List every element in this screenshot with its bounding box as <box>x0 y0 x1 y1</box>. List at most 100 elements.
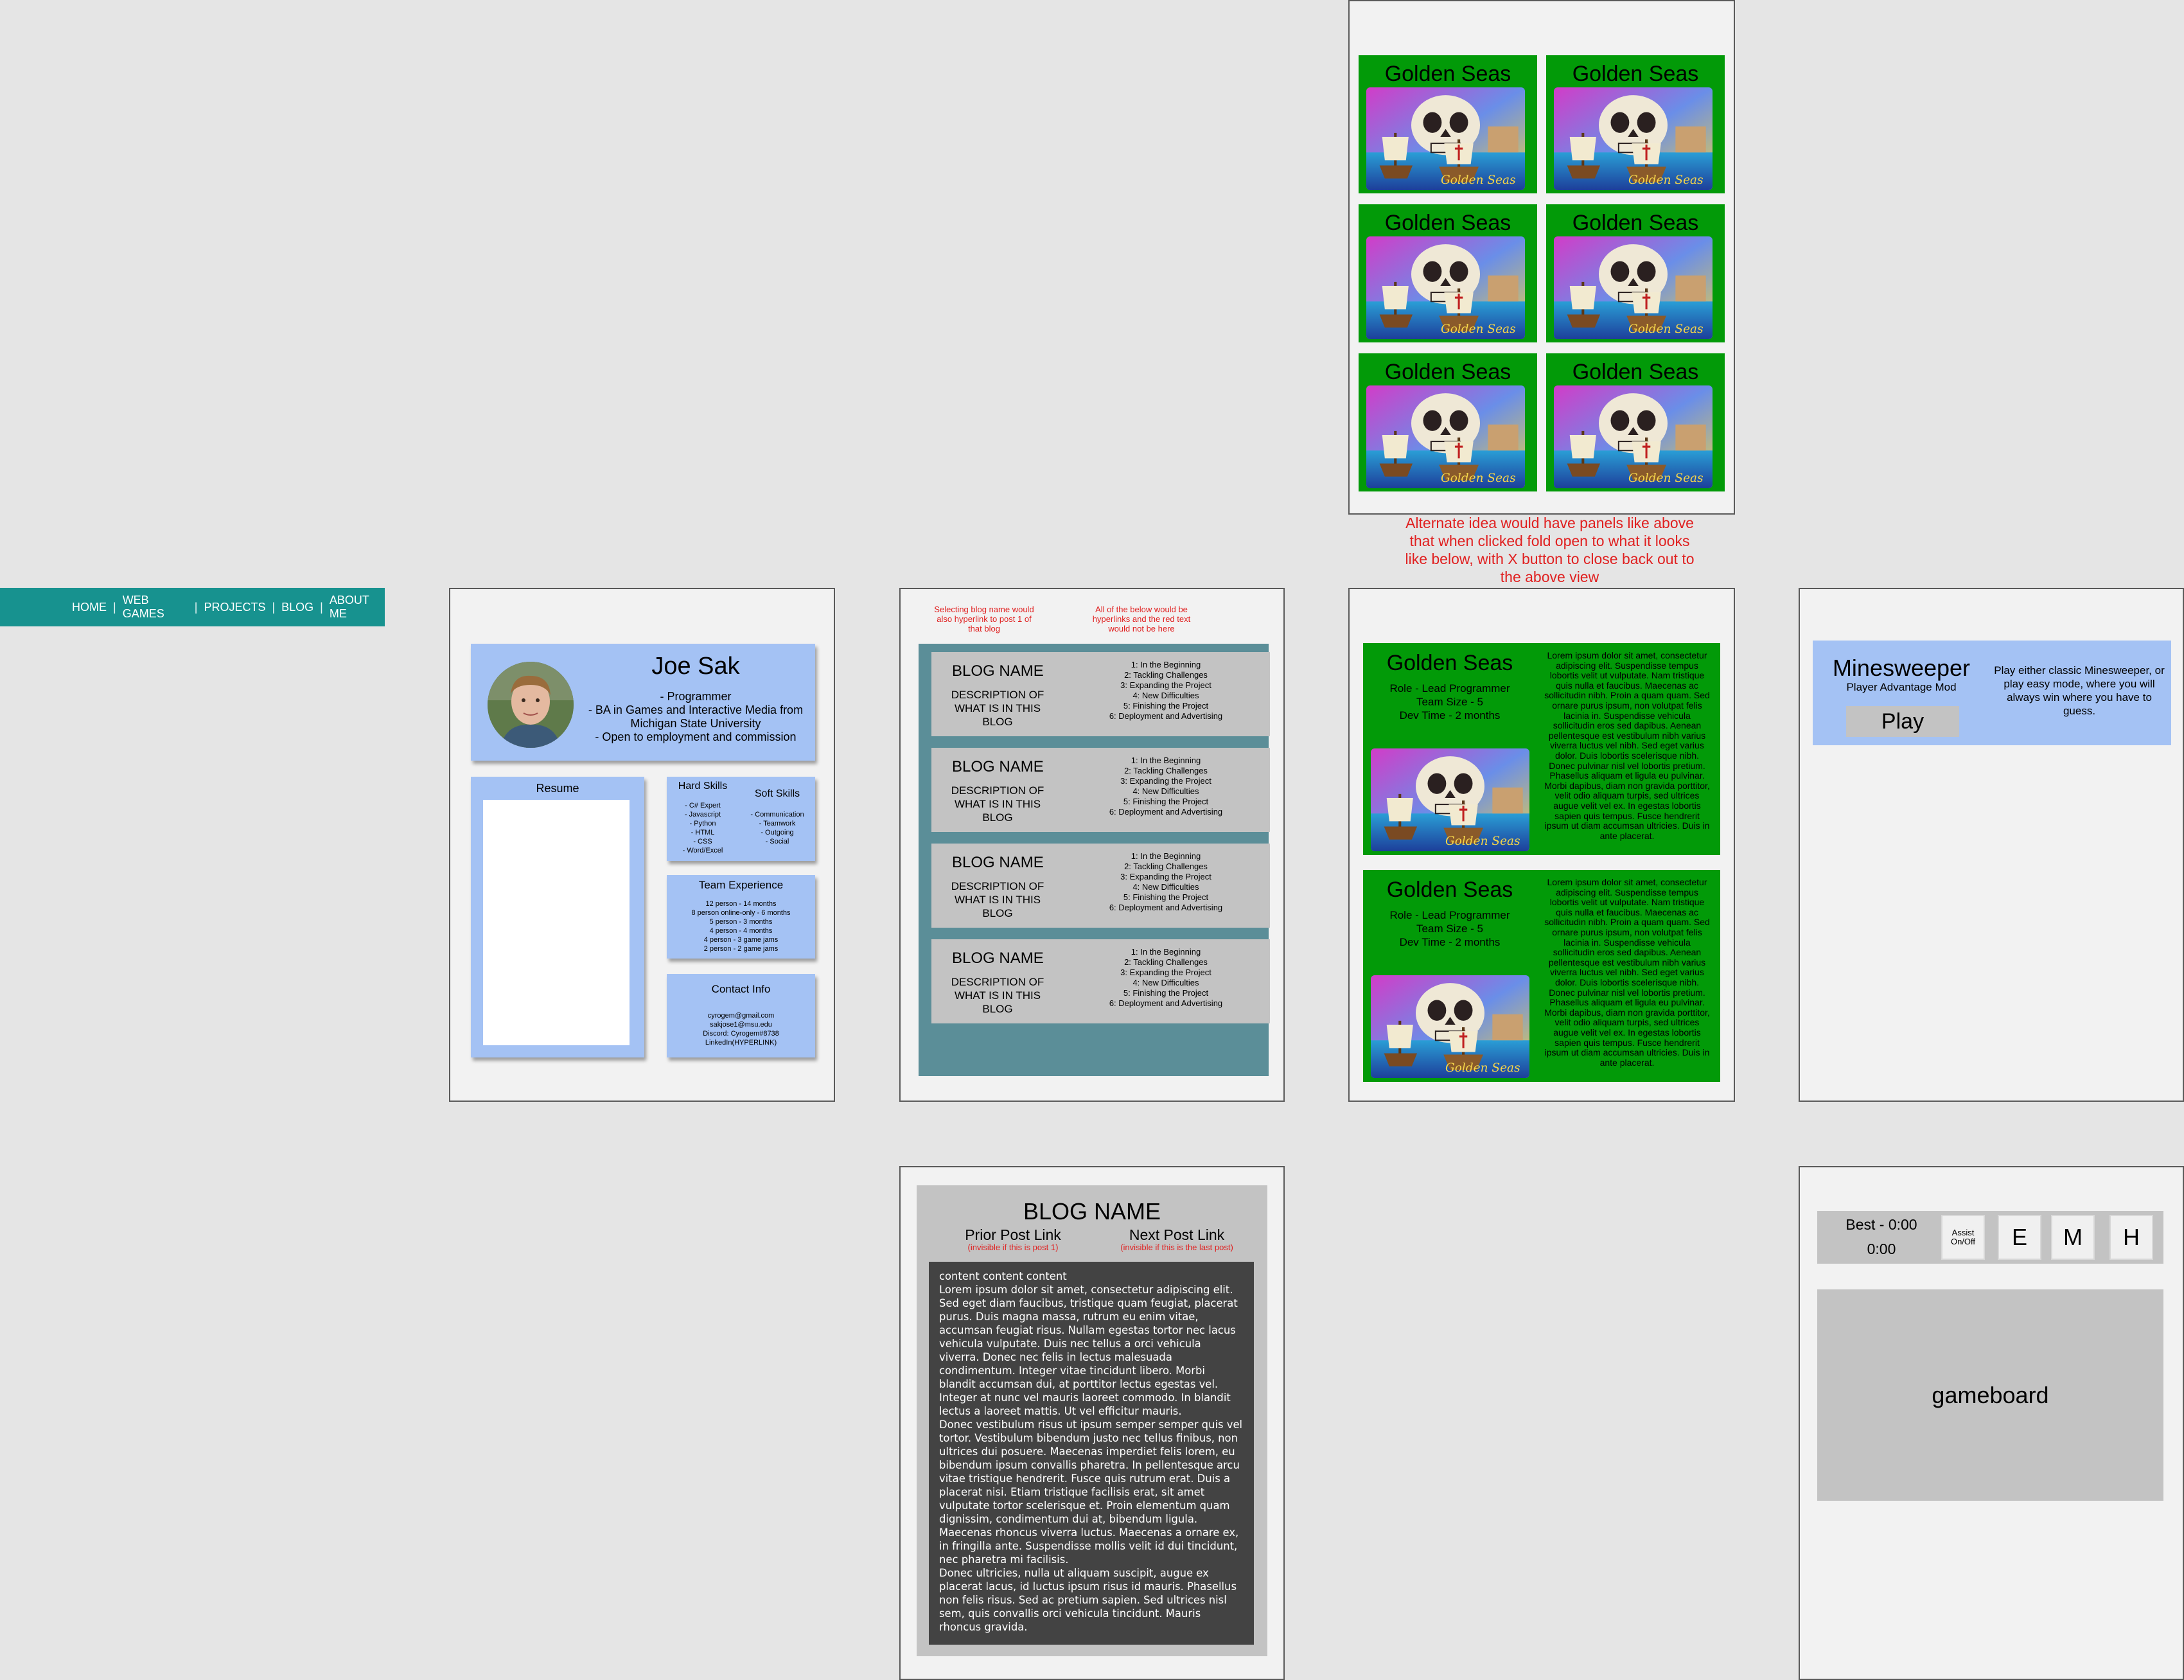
blog-toc: 1: In the Beginning 2: Tackling Challenge… <box>1082 947 1249 1009</box>
blog-name-link[interactable]: BLOG NAME <box>952 662 1044 680</box>
project-card[interactable]: Golden Seas Role - Lead Programmer Team Si… <box>1363 870 1720 1082</box>
contact-email[interactable]: cyrogem@gmail.com <box>667 1011 815 1020</box>
toc-link[interactable]: 2: Tackling Challenges <box>1082 862 1249 872</box>
play-button[interactable]: Play <box>1846 706 1959 737</box>
nav-web-games[interactable]: WEB GAMES <box>123 594 188 621</box>
top-nav-bar: HOME | WEB GAMES | PROJECTS | BLOG | ABO… <box>0 588 385 626</box>
nav-blog[interactable]: BLOG <box>281 601 313 614</box>
contact-linkedin[interactable]: LinkedIn(HYPERLINK) <box>667 1038 815 1047</box>
blog-name-link[interactable]: BLOG NAME <box>952 950 1044 968</box>
avatar <box>488 662 574 748</box>
medium-button[interactable]: M <box>2051 1215 2095 1260</box>
game-toolbar: Best - 0:00 0:00 Assist On/Off E M H <box>1817 1211 2163 1264</box>
bio-line: - Open to employment and commission <box>595 730 797 743</box>
toc-link[interactable]: 2: Tackling Challenges <box>1082 766 1249 776</box>
blog-list-item[interactable]: BLOG NAME DESCRIPTION OF WHAT IS IN THIS … <box>931 652 1270 736</box>
resume-document[interactable] <box>483 800 630 1045</box>
blog-name-link[interactable]: BLOG NAME <box>952 854 1044 872</box>
toc-link[interactable]: 5: Finishing the Project <box>1082 988 1249 998</box>
toc-link[interactable]: 3: Expanding the Project <box>1082 872 1249 882</box>
project-role: Role - Lead Programmer <box>1389 909 1510 921</box>
toc-link[interactable]: 3: Expanding the Project <box>1082 680 1249 691</box>
toc-link[interactable]: 6: Deployment and Advertising <box>1082 807 1249 817</box>
blog-description: DESCRIPTION OF WHAT IS IN THIS BLOG <box>951 976 1044 1015</box>
toc-link[interactable]: 5: Finishing the Project <box>1082 892 1249 903</box>
team-entry: 4 person - 4 months <box>709 927 773 935</box>
toc-link[interactable]: 4: New Difficulties <box>1082 786 1249 797</box>
game-card[interactable]: Golden Seas Golden Seas <box>1546 204 1725 342</box>
projects-frame: Golden Seas Role - Lead Programmer Team Si… <box>1348 588 1735 1102</box>
content-paragraph: Donec vestibulum risus ut ipsum semper s… <box>939 1419 1243 1525</box>
content-paragraph: Maecenas rhoncus viverra luctus. Maecena… <box>939 1526 1239 1566</box>
toc-link[interactable]: 5: Finishing the Project <box>1082 701 1249 711</box>
prior-post-link[interactable]: Prior Post Link <box>955 1226 1071 1244</box>
next-post-link[interactable]: Next Post Link <box>1109 1226 1244 1244</box>
nav-home[interactable]: HOME <box>72 601 107 614</box>
nav-about-me[interactable]: ABOUT ME <box>330 594 385 621</box>
toc-link[interactable]: 6: Deployment and Advertising <box>1082 711 1249 721</box>
medium-label: M <box>2063 1224 2083 1250</box>
svg-text:Golden Seas: Golden Seas <box>1628 323 1704 336</box>
svg-text:Golden Seas: Golden Seas <box>1441 323 1516 336</box>
blog-list-item[interactable]: BLOG NAME DESCRIPTION OF WHAT IS IN THIS … <box>931 748 1270 832</box>
about-me-frame: Joe Sak - Programmer - BA in Games and I… <box>449 588 835 1102</box>
soft-skill: - Outgoing <box>761 829 794 836</box>
hard-button[interactable]: H <box>2109 1215 2153 1260</box>
toc-link[interactable]: 1: In the Beginning <box>1082 947 1249 957</box>
toc-link[interactable]: 4: New Difficulties <box>1082 882 1249 892</box>
toc-link[interactable]: 2: Tackling Challenges <box>1082 670 1249 680</box>
blog-name-link[interactable]: BLOG NAME <box>952 758 1044 776</box>
toc-link[interactable]: 4: New Difficulties <box>1082 978 1249 988</box>
game-card[interactable]: Golden Seas Golden Seas <box>1546 353 1725 491</box>
toc-link[interactable]: 5: Finishing the Project <box>1082 797 1249 807</box>
contact-list: cyrogem@gmail.com sakjose1@msu.edu Disco… <box>667 1011 815 1047</box>
blog-list-item[interactable]: BLOG NAME DESCRIPTION OF WHAT IS IN THIS … <box>931 939 1270 1023</box>
game-card[interactable]: Golden Seas Golden Seas <box>1359 204 1537 342</box>
toc-link[interactable]: 3: Expanding the Project <box>1082 776 1249 786</box>
hard-skill: - Javascript <box>684 811 721 818</box>
project-meta: Role - Lead Programmer Team Size - 5 Dev T… <box>1363 682 1537 722</box>
blog-description: DESCRIPTION OF WHAT IS IN THIS BLOG <box>951 880 1044 919</box>
toc-link[interactable]: 4: New Difficulties <box>1082 691 1249 701</box>
svg-text:Golden Seas: Golden Seas <box>1628 472 1704 485</box>
nav-separator: | <box>320 600 323 614</box>
game-card-title: Golden Seas <box>1384 360 1511 384</box>
game-card-title: Golden Seas <box>1572 360 1699 384</box>
project-card[interactable]: Golden Seas Role - Lead Programmer Team Si… <box>1363 643 1720 855</box>
toc-link[interactable]: 6: Deployment and Advertising <box>1082 903 1249 913</box>
assist-toggle-button[interactable]: Assist On/Off <box>1941 1215 1985 1260</box>
blog-description: DESCRIPTION OF WHAT IS IN THIS BLOG <box>951 784 1044 824</box>
contact-title: Contact Info <box>711 983 771 995</box>
minesweeper-title: Minesweeper <box>1832 655 1971 681</box>
nav-projects[interactable]: PROJECTS <box>204 601 265 614</box>
project-description: Lorem ipsum dolor sit amet, consectetur … <box>1544 650 1710 841</box>
game-card[interactable]: Golden Seas Golden Seas <box>1359 55 1537 193</box>
game-card-title: Golden Seas <box>1572 211 1699 235</box>
profile-card: Joe Sak - Programmer - BA in Games and I… <box>471 644 815 761</box>
toc-link[interactable]: 1: In the Beginning <box>1082 851 1249 862</box>
content-paragraph: Donec ultricies, nulla ut aliquam suscip… <box>939 1567 1237 1633</box>
toc-link[interactable]: 3: Expanding the Project <box>1082 968 1249 978</box>
team-experience-card: Team Experience 12 person - 14 months 8 … <box>667 875 815 959</box>
game-thumbnail-image: Golden Seas <box>1366 385 1525 488</box>
project-team-size: Team Size - 5 <box>1416 923 1483 935</box>
toc-link[interactable]: 1: In the Beginning <box>1082 660 1249 670</box>
toc-link[interactable]: 6: Deployment and Advertising <box>1082 998 1249 1009</box>
game-card[interactable]: Golden Seas Golden Seas <box>1359 353 1537 491</box>
game-thumbnail-image: Golden Seas <box>1366 87 1525 190</box>
minesweeper-frame: Minesweeper Player Advantage Mod Play Pl… <box>1799 588 2184 1102</box>
blog-toc: 1: In the Beginning 2: Tackling Challenge… <box>1082 660 1249 721</box>
bio-line: - BA in Games and Interactive Media from… <box>588 703 804 730</box>
gameboard[interactable]: gameboard <box>1817 1289 2163 1501</box>
easy-button[interactable]: E <box>1998 1215 2041 1260</box>
contact-email[interactable]: sakjose1@msu.edu <box>667 1020 815 1029</box>
nav-separator: | <box>113 600 116 614</box>
minesweeper-card[interactable]: Minesweeper Player Advantage Mod Play Pl… <box>1813 641 2171 745</box>
toc-link[interactable]: 2: Tackling Challenges <box>1082 957 1249 968</box>
toc-link[interactable]: 1: In the Beginning <box>1082 756 1249 766</box>
project-dev-time: Dev Time - 2 months <box>1399 709 1501 721</box>
game-thumbnail-image: Golden Seas <box>1554 385 1713 488</box>
game-card[interactable]: Golden Seas Golden Seas <box>1546 55 1725 193</box>
team-list: 12 person - 14 months 8 person online-on… <box>667 899 815 953</box>
blog-list-item[interactable]: BLOG NAME DESCRIPTION OF WHAT IS IN THIS … <box>931 844 1270 928</box>
